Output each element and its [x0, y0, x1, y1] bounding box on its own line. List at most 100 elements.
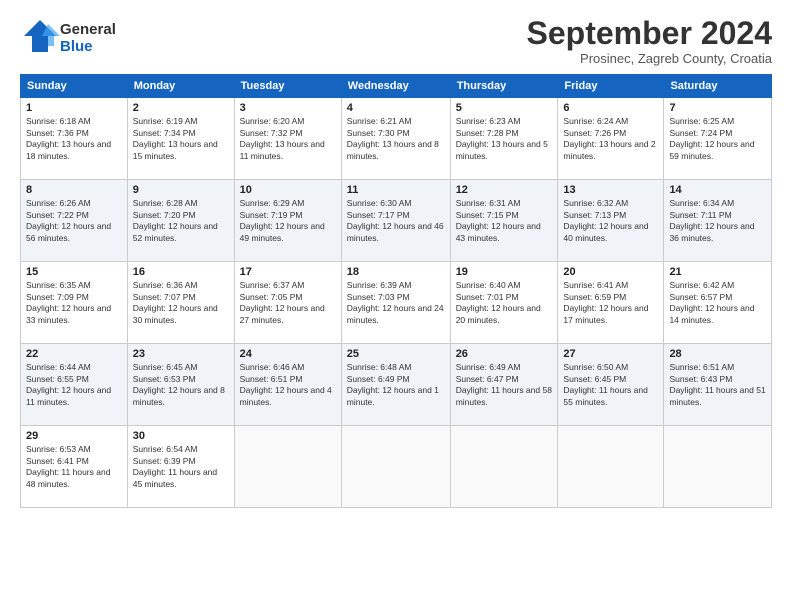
week-row-2: 8 Sunrise: 6:26 AM Sunset: 7:22 PM Dayli…: [21, 180, 772, 262]
day-info: Sunrise: 6:51 AM Sunset: 6:43 PM Dayligh…: [669, 362, 766, 408]
day-number: 4: [347, 102, 445, 114]
day-cell: 21 Sunrise: 6:42 AM Sunset: 6:57 PM Dayl…: [664, 262, 772, 344]
day-cell: 5 Sunrise: 6:23 AM Sunset: 7:28 PM Dayli…: [450, 98, 558, 180]
day-number: 23: [133, 348, 229, 360]
day-info: Sunrise: 6:24 AM Sunset: 7:26 PM Dayligh…: [563, 116, 658, 162]
day-number: 19: [456, 266, 553, 278]
day-cell: 27 Sunrise: 6:50 AM Sunset: 6:45 PM Dayl…: [558, 344, 664, 426]
day-number: 1: [26, 102, 122, 114]
day-info: Sunrise: 6:50 AM Sunset: 6:45 PM Dayligh…: [563, 362, 658, 408]
week-row-5: 29 Sunrise: 6:53 AM Sunset: 6:41 PM Dayl…: [21, 426, 772, 508]
day-cell: 7 Sunrise: 6:25 AM Sunset: 7:24 PM Dayli…: [664, 98, 772, 180]
day-cell: 9 Sunrise: 6:28 AM Sunset: 7:20 PM Dayli…: [127, 180, 234, 262]
day-cell: 24 Sunrise: 6:46 AM Sunset: 6:51 PM Dayl…: [234, 344, 341, 426]
day-info: Sunrise: 6:31 AM Sunset: 7:15 PM Dayligh…: [456, 198, 553, 244]
day-number: 18: [347, 266, 445, 278]
day-cell: 25 Sunrise: 6:48 AM Sunset: 6:49 PM Dayl…: [341, 344, 450, 426]
header-wednesday: Wednesday: [341, 75, 450, 98]
day-info: Sunrise: 6:40 AM Sunset: 7:01 PM Dayligh…: [456, 280, 553, 326]
day-number: 21: [669, 266, 766, 278]
day-cell: 3 Sunrise: 6:20 AM Sunset: 7:32 PM Dayli…: [234, 98, 341, 180]
header-thursday: Thursday: [450, 75, 558, 98]
day-number: 28: [669, 348, 766, 360]
logo-blue-text: Blue: [60, 39, 116, 56]
day-info: Sunrise: 6:25 AM Sunset: 7:24 PM Dayligh…: [669, 116, 766, 162]
day-info: Sunrise: 6:21 AM Sunset: 7:30 PM Dayligh…: [347, 116, 445, 162]
day-cell: 16 Sunrise: 6:36 AM Sunset: 7:07 PM Dayl…: [127, 262, 234, 344]
day-cell: 23 Sunrise: 6:45 AM Sunset: 6:53 PM Dayl…: [127, 344, 234, 426]
day-cell: 13 Sunrise: 6:32 AM Sunset: 7:13 PM Dayl…: [558, 180, 664, 262]
day-number: 13: [563, 184, 658, 196]
day-cell: 18 Sunrise: 6:39 AM Sunset: 7:03 PM Dayl…: [341, 262, 450, 344]
day-info: Sunrise: 6:54 AM Sunset: 6:39 PM Dayligh…: [133, 444, 229, 490]
day-number: 5: [456, 102, 553, 114]
header-monday: Monday: [127, 75, 234, 98]
day-cell: 6 Sunrise: 6:24 AM Sunset: 7:26 PM Dayli…: [558, 98, 664, 180]
day-number: 20: [563, 266, 658, 278]
day-number: 15: [26, 266, 122, 278]
day-number: 11: [347, 184, 445, 196]
day-cell: 20 Sunrise: 6:41 AM Sunset: 6:59 PM Dayl…: [558, 262, 664, 344]
day-number: 27: [563, 348, 658, 360]
day-cell: [664, 426, 772, 508]
day-info: Sunrise: 6:46 AM Sunset: 6:51 PM Dayligh…: [240, 362, 336, 408]
week-row-3: 15 Sunrise: 6:35 AM Sunset: 7:09 PM Dayl…: [21, 262, 772, 344]
day-info: Sunrise: 6:49 AM Sunset: 6:47 PM Dayligh…: [456, 362, 553, 408]
day-cell: 22 Sunrise: 6:44 AM Sunset: 6:55 PM Dayl…: [21, 344, 128, 426]
day-cell: 1 Sunrise: 6:18 AM Sunset: 7:36 PM Dayli…: [21, 98, 128, 180]
day-number: 22: [26, 348, 122, 360]
day-info: Sunrise: 6:20 AM Sunset: 7:32 PM Dayligh…: [240, 116, 336, 162]
day-info: Sunrise: 6:39 AM Sunset: 7:03 PM Dayligh…: [347, 280, 445, 326]
day-info: Sunrise: 6:42 AM Sunset: 6:57 PM Dayligh…: [669, 280, 766, 326]
day-number: 14: [669, 184, 766, 196]
day-cell: 28 Sunrise: 6:51 AM Sunset: 6:43 PM Dayl…: [664, 344, 772, 426]
day-cell: 15 Sunrise: 6:35 AM Sunset: 7:09 PM Dayl…: [21, 262, 128, 344]
day-info: Sunrise: 6:36 AM Sunset: 7:07 PM Dayligh…: [133, 280, 229, 326]
day-info: Sunrise: 6:41 AM Sunset: 6:59 PM Dayligh…: [563, 280, 658, 326]
day-info: Sunrise: 6:37 AM Sunset: 7:05 PM Dayligh…: [240, 280, 336, 326]
day-info: Sunrise: 6:29 AM Sunset: 7:19 PM Dayligh…: [240, 198, 336, 244]
logo-general-text: General: [60, 22, 116, 39]
header-sunday: Sunday: [21, 75, 128, 98]
day-cell: 8 Sunrise: 6:26 AM Sunset: 7:22 PM Dayli…: [21, 180, 128, 262]
day-cell: 4 Sunrise: 6:21 AM Sunset: 7:30 PM Dayli…: [341, 98, 450, 180]
day-info: Sunrise: 6:18 AM Sunset: 7:36 PM Dayligh…: [26, 116, 122, 162]
day-number: 2: [133, 102, 229, 114]
week-row-4: 22 Sunrise: 6:44 AM Sunset: 6:55 PM Dayl…: [21, 344, 772, 426]
day-info: Sunrise: 6:45 AM Sunset: 6:53 PM Dayligh…: [133, 362, 229, 408]
day-cell: 14 Sunrise: 6:34 AM Sunset: 7:11 PM Dayl…: [664, 180, 772, 262]
day-number: 8: [26, 184, 122, 196]
day-cell: 26 Sunrise: 6:49 AM Sunset: 6:47 PM Dayl…: [450, 344, 558, 426]
day-number: 10: [240, 184, 336, 196]
day-info: Sunrise: 6:32 AM Sunset: 7:13 PM Dayligh…: [563, 198, 658, 244]
day-number: 26: [456, 348, 553, 360]
day-info: Sunrise: 6:48 AM Sunset: 6:49 PM Dayligh…: [347, 362, 445, 408]
header-saturday: Saturday: [664, 75, 772, 98]
day-number: 30: [133, 430, 229, 442]
page: General Blue September 2024 Prosinec, Za…: [0, 0, 792, 612]
day-info: Sunrise: 6:30 AM Sunset: 7:17 PM Dayligh…: [347, 198, 445, 244]
day-info: Sunrise: 6:53 AM Sunset: 6:41 PM Dayligh…: [26, 444, 122, 490]
day-cell: 19 Sunrise: 6:40 AM Sunset: 7:01 PM Dayl…: [450, 262, 558, 344]
week-row-1: 1 Sunrise: 6:18 AM Sunset: 7:36 PM Dayli…: [21, 98, 772, 180]
day-cell: 17 Sunrise: 6:37 AM Sunset: 7:05 PM Dayl…: [234, 262, 341, 344]
day-cell: 11 Sunrise: 6:30 AM Sunset: 7:17 PM Dayl…: [341, 180, 450, 262]
day-info: Sunrise: 6:19 AM Sunset: 7:34 PM Dayligh…: [133, 116, 229, 162]
day-info: Sunrise: 6:34 AM Sunset: 7:11 PM Dayligh…: [669, 198, 766, 244]
weekday-header-row: Sunday Monday Tuesday Wednesday Thursday…: [21, 75, 772, 98]
day-info: Sunrise: 6:23 AM Sunset: 7:28 PM Dayligh…: [456, 116, 553, 162]
header: General Blue September 2024 Prosinec, Za…: [20, 16, 772, 66]
day-cell: [558, 426, 664, 508]
day-cell: [341, 426, 450, 508]
day-number: 29: [26, 430, 122, 442]
day-info: Sunrise: 6:28 AM Sunset: 7:20 PM Dayligh…: [133, 198, 229, 244]
day-number: 9: [133, 184, 229, 196]
logo: General Blue: [20, 16, 116, 61]
day-number: 12: [456, 184, 553, 196]
header-tuesday: Tuesday: [234, 75, 341, 98]
location-subtitle: Prosinec, Zagreb County, Croatia: [527, 51, 772, 66]
header-friday: Friday: [558, 75, 664, 98]
day-cell: 12 Sunrise: 6:31 AM Sunset: 7:15 PM Dayl…: [450, 180, 558, 262]
title-block: September 2024 Prosinec, Zagreb County, …: [527, 16, 772, 66]
calendar-table: Sunday Monday Tuesday Wednesday Thursday…: [20, 74, 772, 508]
